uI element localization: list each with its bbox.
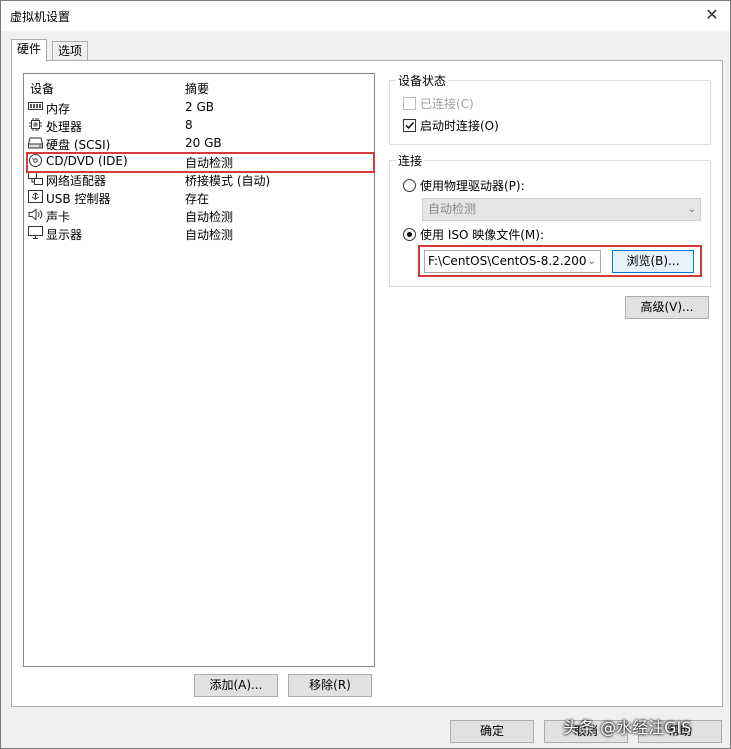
memory-icon — [28, 102, 43, 110]
usb-controller-icon — [28, 190, 43, 203]
hardware-panel: 设备 摘要 内存 2 GB 处理器 8 硬盘 (SCSI) 20 GB CD/D… — [11, 60, 723, 707]
device-summary: 2 GB — [185, 100, 214, 114]
connect-at-power-on-label[interactable]: 启动时连接(O) — [420, 117, 499, 134]
device-name: 硬盘 (SCSI) — [46, 138, 111, 152]
checkmark-icon — [405, 122, 415, 130]
window-title: 虚拟机设置 — [10, 10, 71, 24]
device-row-memory[interactable]: 内存 2 GB — [28, 98, 370, 116]
device-status-title: 设备状态 — [396, 72, 449, 89]
device-summary: 桥接模式 (自动) — [185, 174, 271, 188]
iso-image-label[interactable]: 使用 ISO 映像文件(M): — [420, 226, 544, 243]
device-name: 内存 — [46, 102, 71, 116]
close-icon[interactable]: ✕ — [702, 5, 722, 25]
connection-group: 连接 使用物理驱动器(P): 自动检测 ⌄ 使用 ISO 映像文件(M): F:… — [389, 152, 711, 287]
device-summary: 存在 — [185, 192, 210, 206]
network-adapter-icon — [28, 172, 43, 185]
tab-hardware[interactable]: 硬件 — [11, 39, 48, 62]
browse-button[interactable]: 浏览(B)... — [612, 250, 694, 273]
selected-row-highlight — [26, 152, 375, 173]
device-list[interactable]: 设备 摘要 内存 2 GB 处理器 8 硬盘 (SCSI) 20 GB CD/D… — [23, 73, 375, 667]
chevron-down-icon[interactable]: ⌄ — [585, 251, 596, 272]
watermark: 头条 @水经注GIS — [563, 718, 692, 737]
vm-settings-window: 虚拟机设置 ✕ 硬件 选项 设备 摘要 内存 2 GB 处理器 8 硬盘 (SC… — [0, 0, 731, 749]
connected-label: 已连接(C) — [420, 97, 474, 111]
device-name: 处理器 — [46, 120, 83, 134]
device-summary: 8 — [185, 118, 193, 132]
iso-path-input[interactable]: F:\CentOS\CentOS-8.2.2004 ⌄ — [424, 250, 601, 273]
device-summary: 自动检测 — [185, 210, 234, 224]
device-row-display[interactable]: 显示器 自动检测 — [28, 224, 370, 242]
summary-column-header[interactable]: 摘要 — [185, 80, 209, 97]
iso-path-value: F:\CentOS\CentOS-8.2.2004 — [428, 254, 595, 268]
ok-button[interactable]: 确定 — [450, 720, 534, 743]
tab-options[interactable]: 选项 — [52, 41, 89, 61]
device-row-processor[interactable]: 处理器 8 — [28, 116, 370, 134]
device-summary: 20 GB — [185, 136, 222, 150]
device-row-harddisk[interactable]: 硬盘 (SCSI) 20 GB — [28, 134, 370, 152]
device-status-group: 设备状态 已连接(C) 启动时连接(O) — [389, 72, 711, 145]
advanced-button[interactable]: 高级(V)... — [625, 296, 709, 319]
sound-card-icon — [28, 208, 43, 221]
device-column-header[interactable]: 设备 — [30, 80, 54, 97]
physical-drive-select: 自动检测 ⌄ — [422, 198, 701, 221]
device-summary: 自动检测 — [185, 228, 234, 242]
physical-drive-label[interactable]: 使用物理驱动器(P): — [420, 177, 525, 194]
physical-drive-radio[interactable] — [403, 179, 416, 192]
iso-image-radio[interactable] — [403, 228, 416, 241]
remove-button[interactable]: 移除(R) — [288, 674, 372, 697]
connection-title: 连接 — [396, 152, 425, 169]
physical-drive-select-value: 自动检测 — [428, 202, 477, 216]
harddisk-icon — [28, 137, 43, 149]
device-name: 声卡 — [46, 210, 71, 224]
add-button[interactable]: 添加(A)... — [194, 674, 278, 697]
radio-dot — [407, 232, 412, 237]
connect-at-power-on-checkbox[interactable] — [403, 119, 416, 132]
device-name: 网络适配器 — [46, 174, 107, 188]
title-bar: 虚拟机设置 ✕ — [1, 1, 730, 31]
device-name: USB 控制器 — [46, 192, 111, 206]
processor-icon — [29, 118, 42, 131]
device-row-sound-card[interactable]: 声卡 自动检测 — [28, 206, 370, 224]
chevron-down-icon: ⌄ — [687, 204, 696, 215]
device-name: 显示器 — [46, 228, 83, 242]
display-icon — [28, 226, 43, 239]
connected-checkbox — [403, 97, 416, 110]
device-row-usb-controller[interactable]: USB 控制器 存在 — [28, 188, 370, 206]
